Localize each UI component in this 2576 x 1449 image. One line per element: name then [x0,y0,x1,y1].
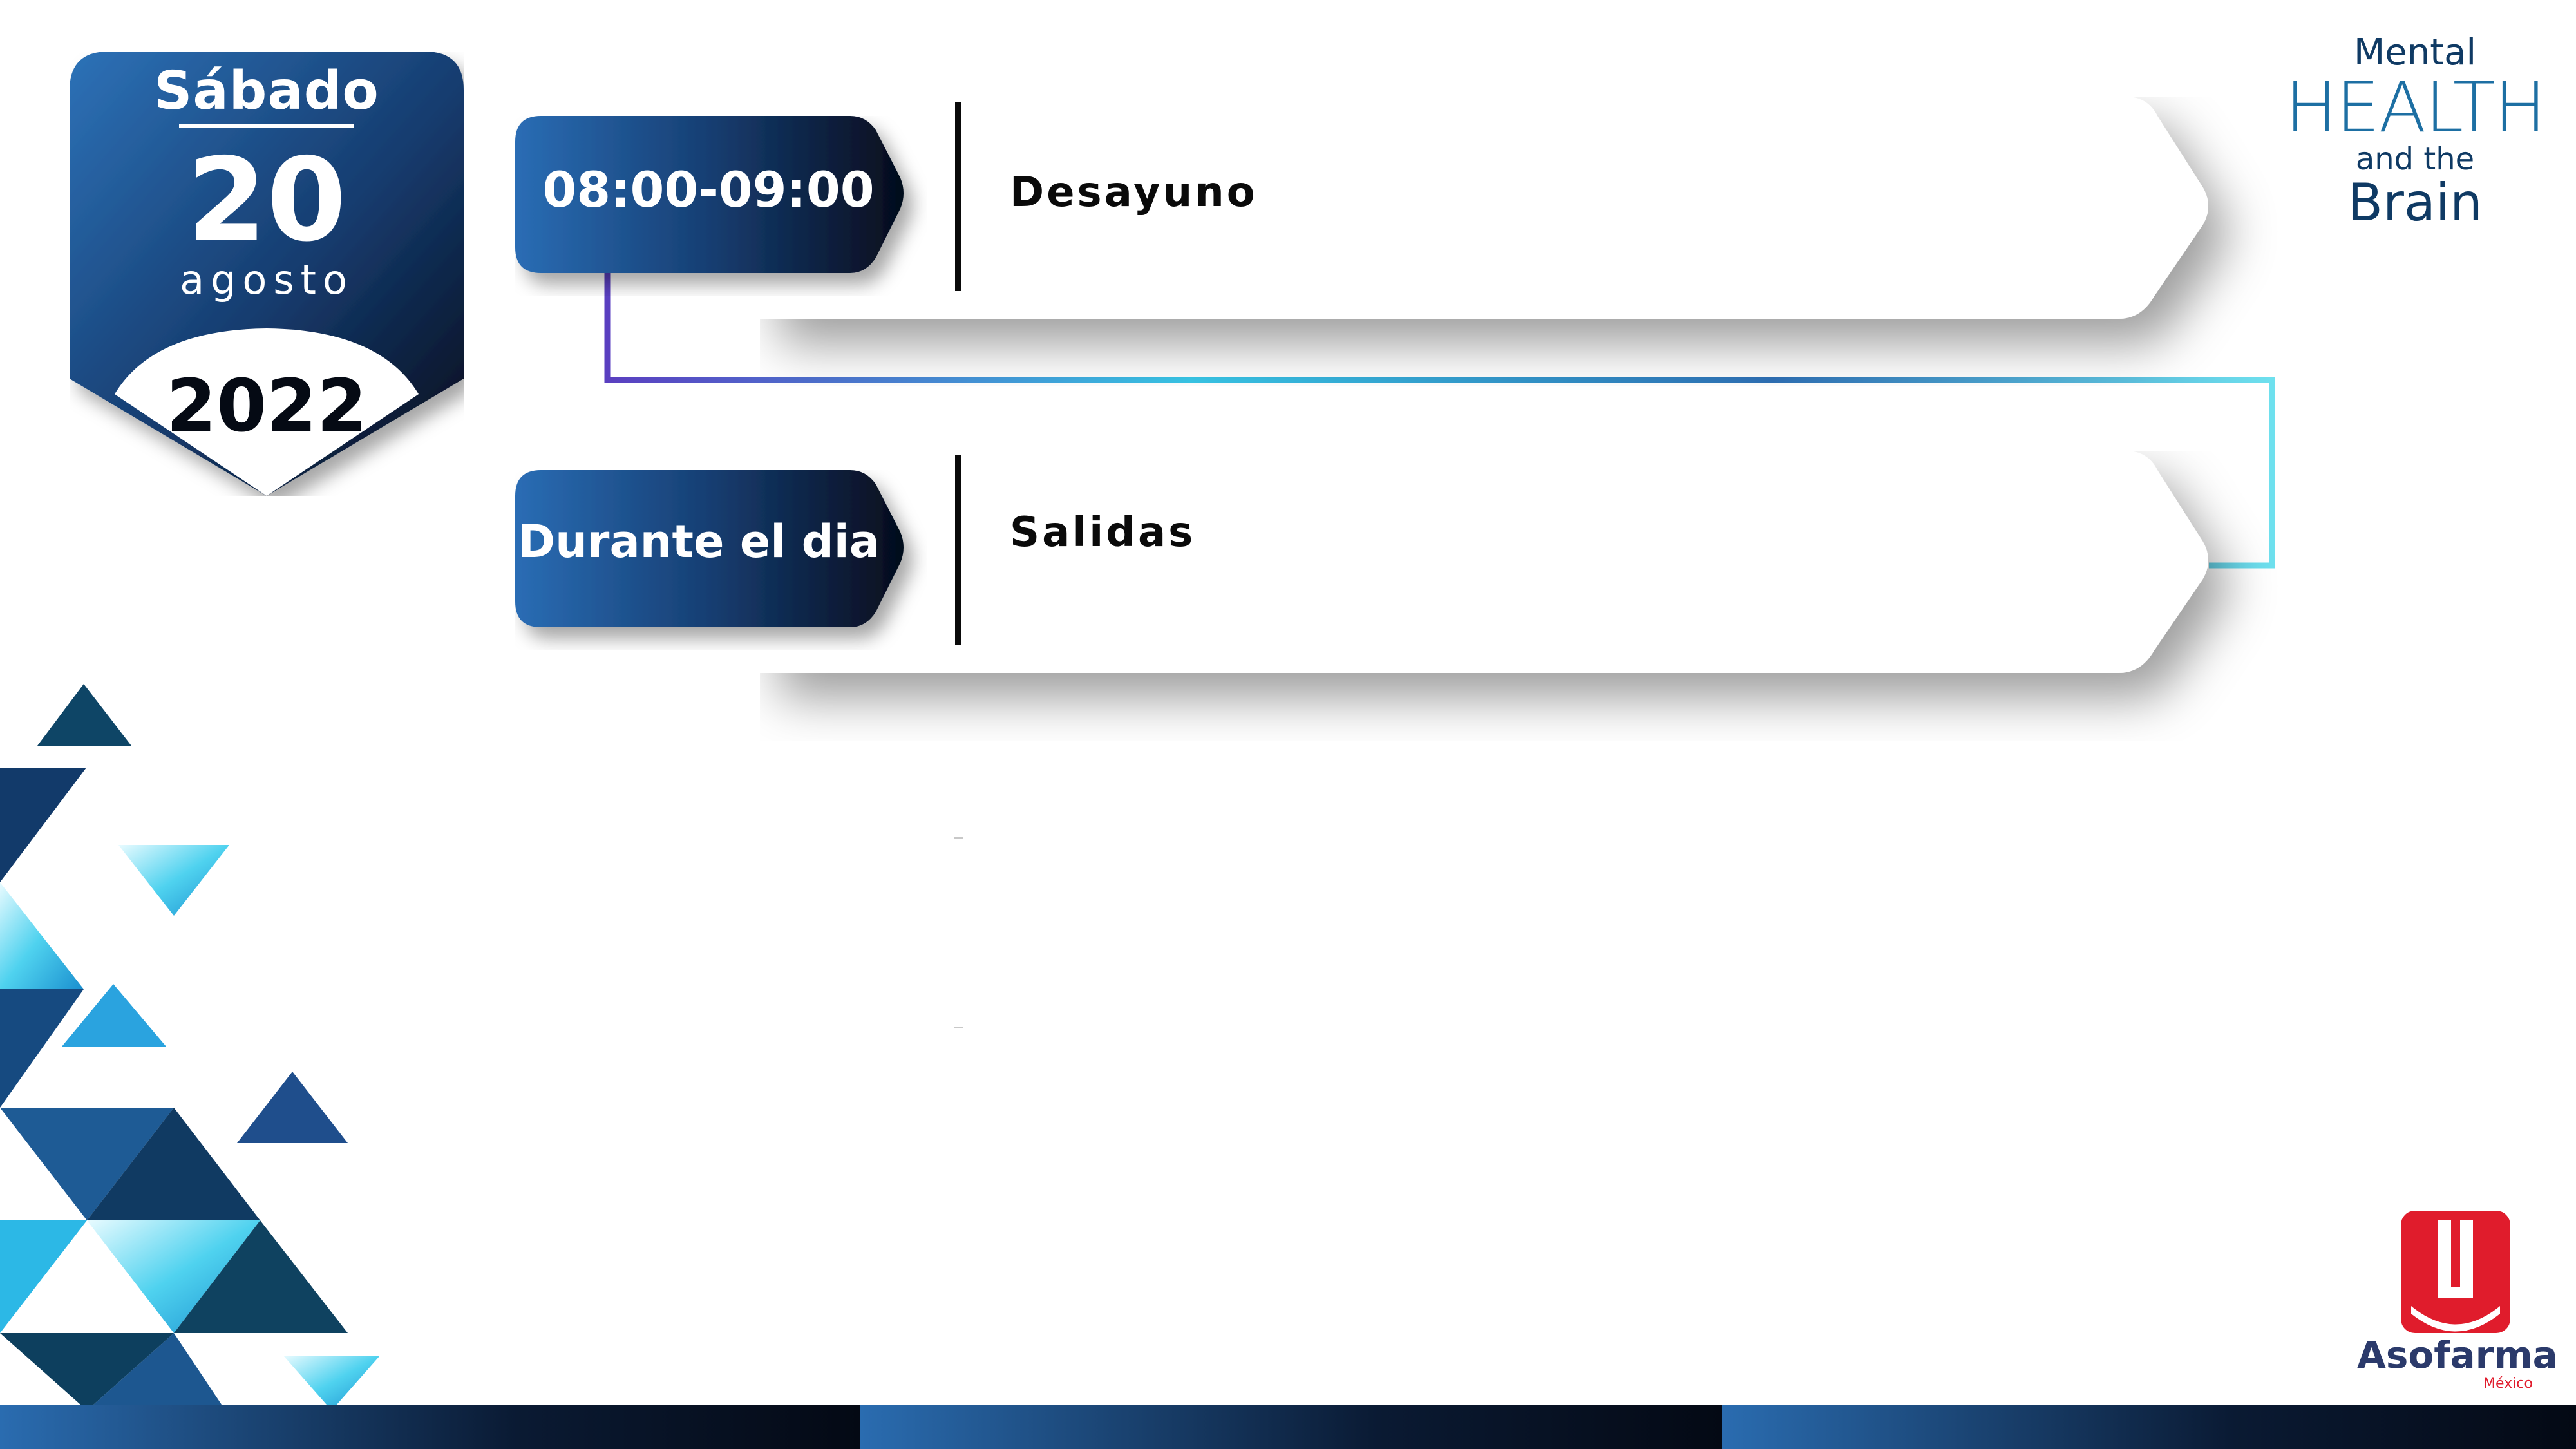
schedule-row-2-panel [760,451,2208,673]
triangle-pattern [0,684,380,1410]
bottom-strip-segment-3 [1722,1405,2576,1449]
schedule-row-1-event: Desayuno [1010,169,1258,216]
logo-line-brain: Brain [2347,173,2483,232]
badge-year: 2022 [166,365,367,448]
asofarma-country: México [2483,1376,2533,1392]
schedule-row-2-separator [955,455,961,645]
schedule-row-2-time: Durante el dia [517,515,880,568]
asofarma-mark-icon [2401,1211,2510,1333]
asofarma-name: Asofarma [2357,1333,2558,1377]
schedule-row-1-time: 08:00-09:00 [542,161,875,218]
bottom-strip-segment-2 [860,1405,1722,1449]
logo-line-health: HEALTH [2285,68,2546,148]
badge-day: 20 [187,133,346,267]
badge-weekday: Sábado [154,61,379,122]
badge-month: agosto [180,256,354,303]
badge-divider [179,124,354,128]
mental-health-brain-logo: Mental HEALTH and the Brain [2280,32,2550,231]
bottom-strip-segment-1 [0,1405,860,1449]
asofarma-logo: Asofarma México [2357,1204,2558,1397]
empty-slot-marker [954,837,963,839]
empty-slot-marker [954,1027,963,1028]
date-badge: Sábado 20 agosto 2022 [70,52,464,496]
schedule-row-1-panel [760,97,2208,319]
schedule-row-1-separator [955,102,961,291]
schedule-row-2-event: Salidas [1010,509,1196,556]
